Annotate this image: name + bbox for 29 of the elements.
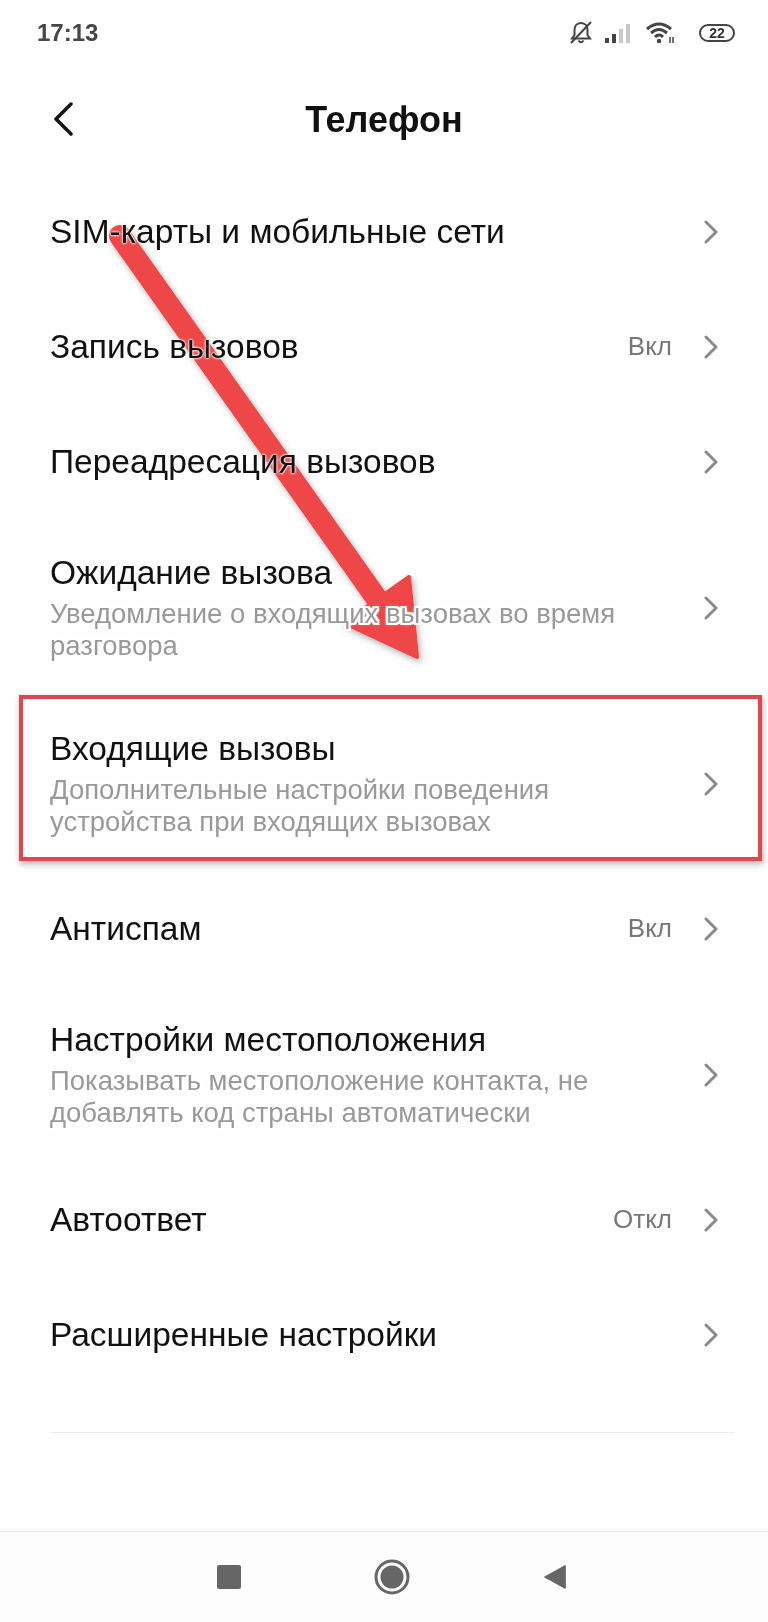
back-triangle-icon[interactable]: [543, 1565, 567, 1589]
signal-icon: [604, 23, 632, 43]
battery-indicator: 22: [699, 24, 735, 42]
setting-title[interactable]: Ожидание вызова: [50, 553, 333, 593]
setting-value: Вкл: [627, 913, 672, 944]
setting-value: Откл: [613, 1204, 672, 1235]
chevron-right-icon: [704, 219, 718, 244]
chevron-right-icon: [704, 595, 718, 620]
chevron-right-icon: [704, 334, 718, 359]
muted-bell-icon: [568, 20, 594, 46]
setting-title[interactable]: Расширенные настройки: [50, 1314, 438, 1355]
wifi-icon: [645, 22, 675, 44]
setting-description: Дополнительные настройки поведения устройства при входящих вызовах: [50, 774, 551, 838]
chevron-right-icon: [704, 771, 718, 796]
chevron-right-icon: [704, 1207, 718, 1232]
chevron-right-icon: [704, 916, 718, 941]
back-icon[interactable]: [52, 102, 74, 136]
setting-description: Показывать местоположение контакта, не добавлять код страны автоматически: [50, 1065, 590, 1129]
setting-title[interactable]: Входящие вызовы: [50, 729, 336, 769]
setting-title[interactable]: Автоответ: [50, 1199, 207, 1240]
chevron-right-icon: [704, 449, 718, 474]
setting-title[interactable]: Антиспам: [50, 908, 202, 949]
page-title: Телефон: [305, 99, 463, 141]
home-icon[interactable]: [374, 1559, 410, 1595]
chevron-right-icon: [704, 1062, 718, 1087]
setting-title[interactable]: Настройки местоположения: [50, 1020, 487, 1060]
status-time: 17:13: [37, 19, 99, 47]
chevron-right-icon: [704, 1322, 718, 1347]
setting-value: Вкл: [627, 331, 672, 362]
